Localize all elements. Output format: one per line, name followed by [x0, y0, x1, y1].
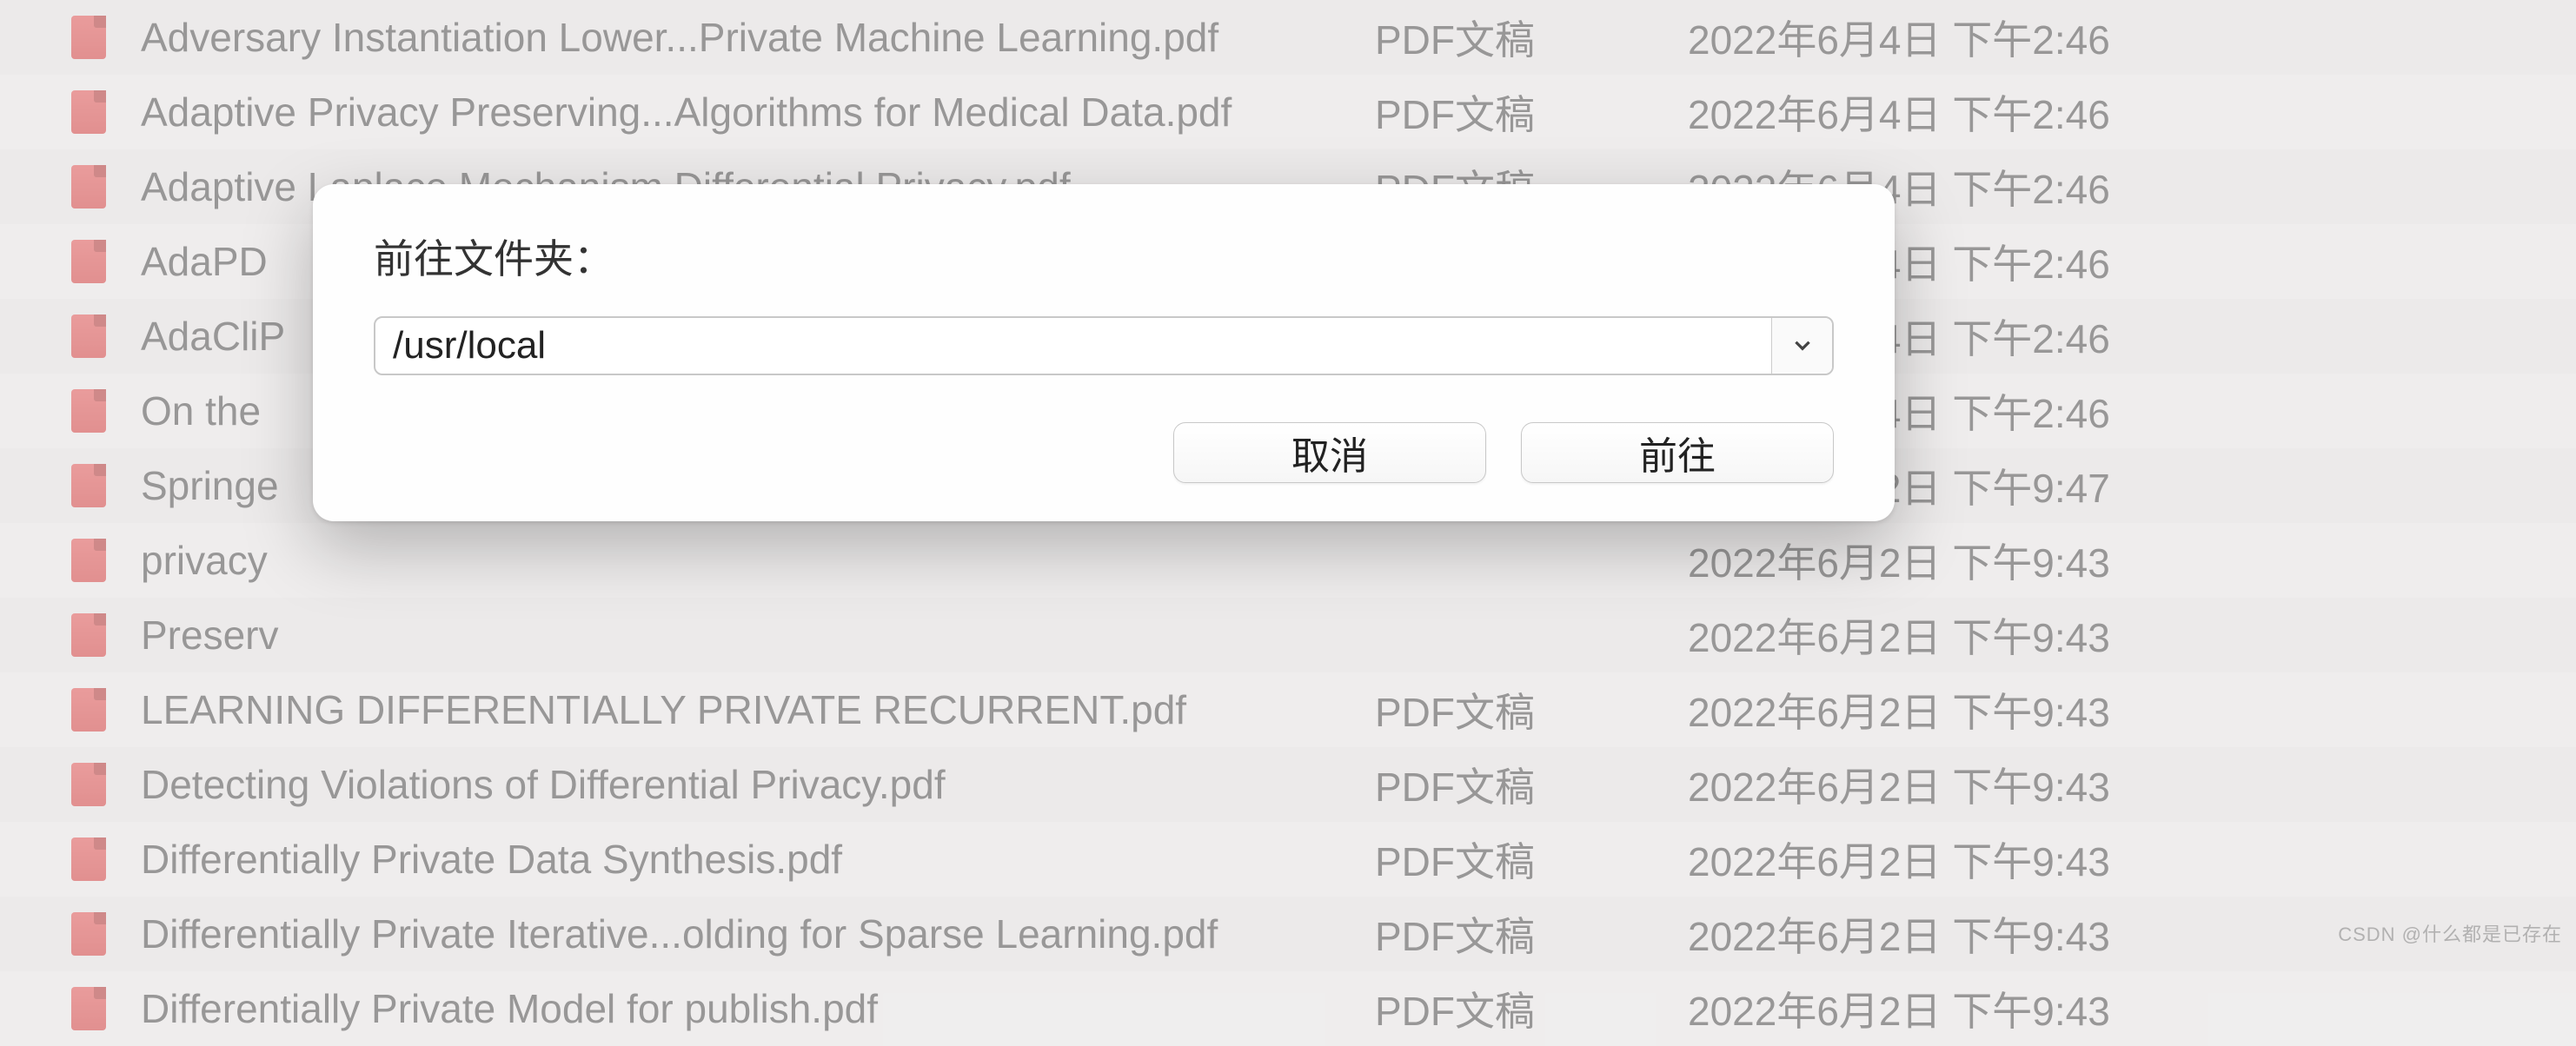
- go-button[interactable]: 前往: [1521, 422, 1834, 483]
- file-name: Preserv: [115, 612, 1375, 659]
- file-kind: PDF文稿: [1375, 905, 1688, 963]
- pdf-file-icon: [63, 613, 115, 657]
- file-date: 2022年6月2日 下午9:43: [1688, 831, 2576, 888]
- history-dropdown-button[interactable]: [1771, 318, 1832, 374]
- cancel-button[interactable]: 取消: [1173, 422, 1486, 483]
- file-kind: PDF文稿: [1375, 83, 1688, 141]
- file-name: Differentially Private Iterative...oldin…: [115, 910, 1375, 957]
- path-input-wrap: [374, 316, 1834, 375]
- pdf-file-icon: [63, 240, 115, 283]
- go-to-folder-dialog: 前往文件夹： 取消 前往: [313, 184, 1895, 521]
- pdf-file-icon: [63, 314, 115, 358]
- file-name: Differentially Private Data Synthesis.pd…: [115, 836, 1375, 883]
- pdf-file-icon: [63, 763, 115, 806]
- file-date: 2022年6月2日 下午9:43: [1688, 532, 2576, 589]
- file-date: 2022年6月4日 下午2:46: [1688, 9, 2576, 66]
- file-name: Adversary Instantiation Lower...Private …: [115, 14, 1375, 61]
- file-date: 2022年6月4日 下午2:46: [1688, 83, 2576, 141]
- file-kind: PDF文稿: [1375, 980, 1688, 1037]
- file-row[interactable]: Differentially Private Data Synthesis.pd…: [0, 822, 2576, 897]
- path-input[interactable]: [375, 318, 1771, 374]
- file-name: Detecting Violations of Differential Pri…: [115, 761, 1375, 808]
- file-name: LEARNING DIFFERENTIALLY PRIVATE RECURREN…: [115, 686, 1375, 733]
- file-name: Adaptive Privacy Preserving...Algorithms…: [115, 89, 1375, 136]
- pdf-file-icon: [63, 165, 115, 209]
- pdf-file-icon: [63, 837, 115, 881]
- file-name: privacy: [115, 537, 1375, 584]
- file-list: Adversary Instantiation Lower...Private …: [0, 0, 2576, 1046]
- dialog-buttons: 取消 前往: [374, 422, 1834, 483]
- pdf-file-icon: [63, 912, 115, 956]
- file-date: 2022年6月2日 下午9:43: [1688, 681, 2576, 738]
- file-date: 2022年6月2日 下午9:43: [1688, 606, 2576, 664]
- file-row[interactable]: LEARNING DIFFERENTIALLY PRIVATE RECURREN…: [0, 672, 2576, 747]
- watermark: CSDN @什么都是已存在: [2338, 919, 2562, 947]
- pdf-file-icon: [63, 539, 115, 582]
- file-kind: PDF文稿: [1375, 756, 1688, 813]
- pdf-file-icon: [63, 987, 115, 1030]
- pdf-file-icon: [63, 389, 115, 433]
- file-row[interactable]: Differentially Private Iterative...oldin…: [0, 897, 2576, 971]
- chevron-down-icon: [1791, 334, 1814, 359]
- file-row[interactable]: Preserv 2022年6月2日 下午9:43: [0, 598, 2576, 672]
- file-row[interactable]: Adaptive Privacy Preserving...Algorithms…: [0, 75, 2576, 149]
- file-date: 2022年6月2日 下午9:43: [1688, 756, 2576, 813]
- file-date: 2022年6月2日 下午9:43: [1688, 980, 2576, 1037]
- file-kind: PDF文稿: [1375, 681, 1688, 738]
- pdf-file-icon: [63, 16, 115, 59]
- file-row[interactable]: privacy 2022年6月2日 下午9:43: [0, 523, 2576, 598]
- dialog-label: 前往文件夹：: [374, 228, 1834, 285]
- file-row[interactable]: Adversary Instantiation Lower...Private …: [0, 0, 2576, 75]
- file-name: Differentially Private Model for publish…: [115, 985, 1375, 1032]
- pdf-file-icon: [63, 464, 115, 507]
- file-row[interactable]: Detecting Violations of Differential Pri…: [0, 747, 2576, 822]
- pdf-file-icon: [63, 90, 115, 134]
- pdf-file-icon: [63, 688, 115, 732]
- file-kind: PDF文稿: [1375, 831, 1688, 888]
- file-kind: PDF文稿: [1375, 9, 1688, 66]
- file-row[interactable]: Differentially Private Model for publish…: [0, 971, 2576, 1046]
